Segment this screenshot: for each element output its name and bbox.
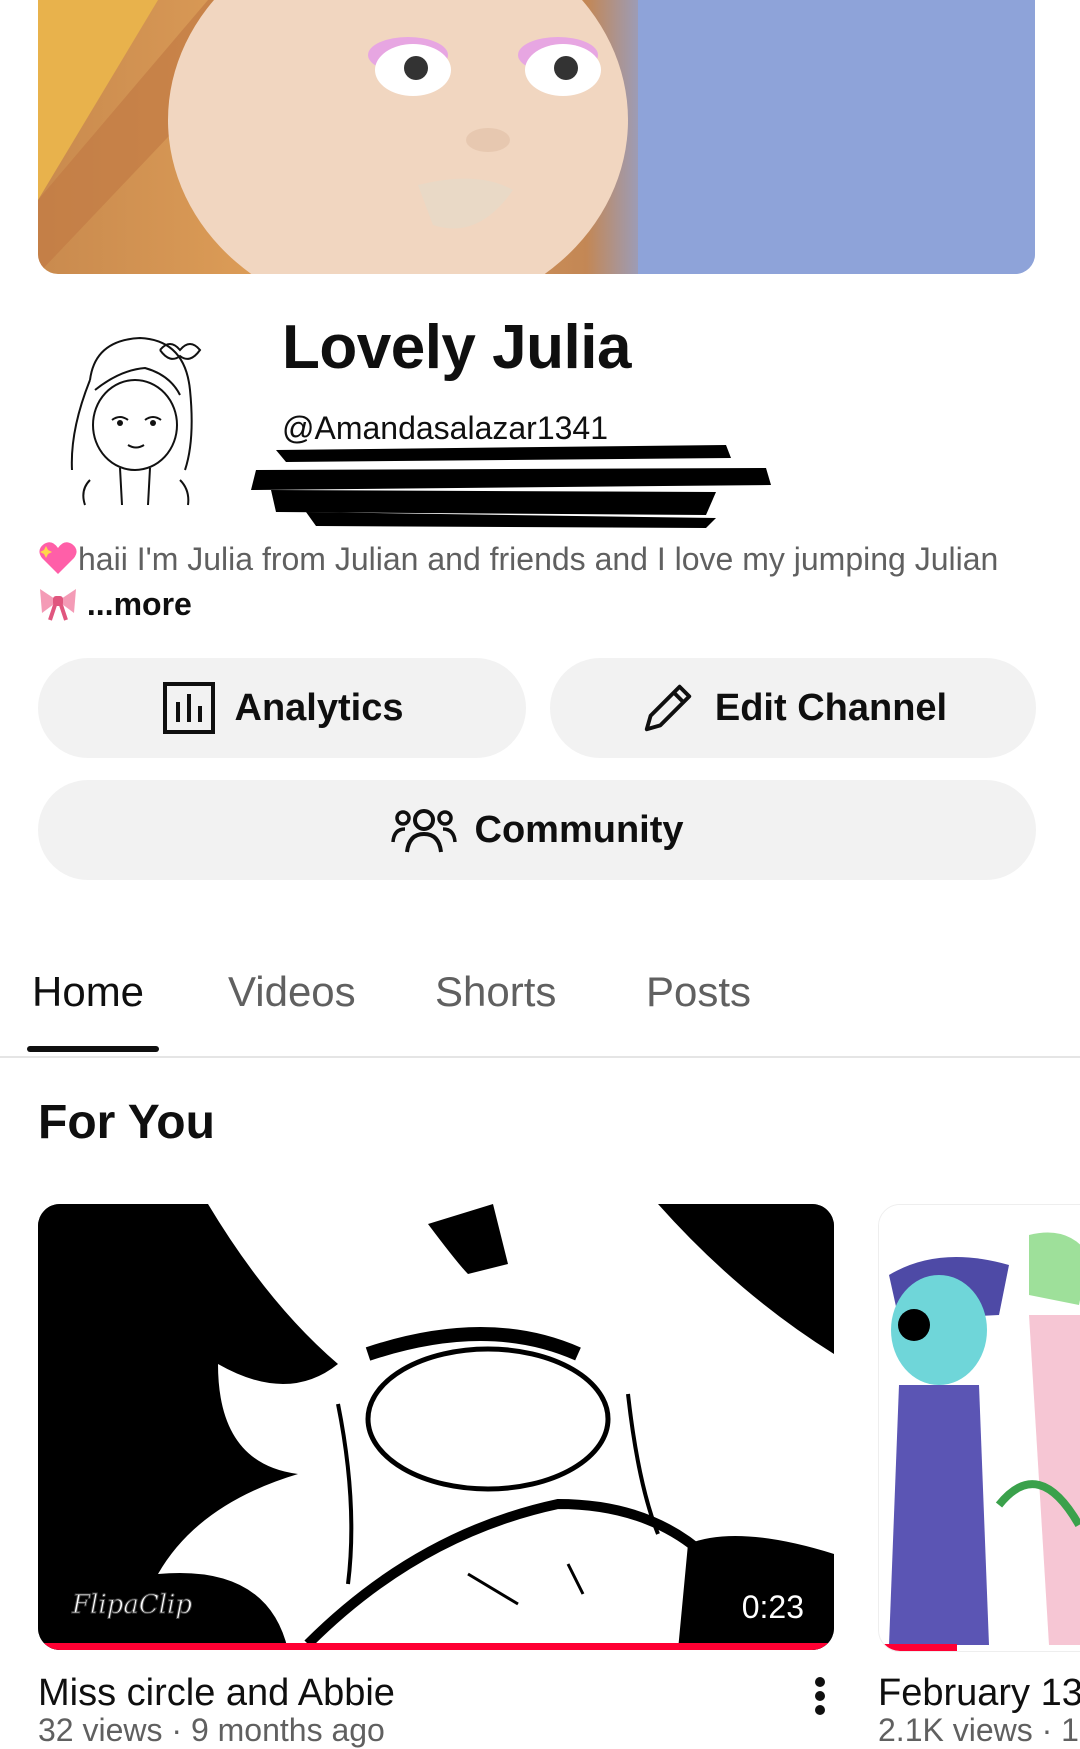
tab-posts[interactable]: Posts	[646, 968, 751, 1016]
video-meta: 32 views · 9 months ago	[38, 1712, 385, 1748]
watch-progress-bar	[879, 1644, 957, 1651]
community-icon	[390, 802, 457, 858]
edit-channel-button[interactable]: Edit Channel	[550, 658, 1036, 758]
redaction-scribble	[246, 440, 776, 530]
edit-channel-label: Edit Channel	[714, 686, 948, 729]
analytics-button[interactable]: Analytics	[38, 658, 526, 758]
video-meta: 2.1K views · 1	[878, 1712, 1079, 1748]
flipaclip-watermark: FlipaClip	[72, 1590, 193, 1621]
tab-videos[interactable]: Videos	[228, 968, 356, 1016]
community-label: Community	[474, 808, 684, 851]
thumbnail-artwork	[38, 1204, 834, 1650]
video-thumbnail[interactable]: FlipaClip 0:23	[38, 1204, 834, 1650]
channel-tabs: Home Videos Shorts Posts	[0, 940, 1080, 1058]
community-button[interactable]: Community	[38, 780, 1036, 880]
description-text: haii I'm Julia from Julian and friends a…	[78, 541, 999, 577]
active-tab-indicator	[27, 1046, 159, 1052]
thumbnail-artwork	[879, 1205, 1080, 1651]
tab-home[interactable]: Home	[32, 968, 144, 1016]
watch-progress-bar	[38, 1643, 834, 1650]
pencil-icon	[639, 679, 697, 737]
video-title[interactable]: February 13	[878, 1672, 1080, 1715]
section-title: For You	[38, 1096, 215, 1149]
channel-name: Lovely Julia	[282, 313, 631, 382]
channel-description[interactable]: haii I'm Julia from Julian and friends a…	[38, 540, 1018, 630]
banner-artwork	[38, 0, 1035, 274]
channel-banner	[38, 0, 1035, 274]
video-duration: 0:23	[727, 1583, 818, 1632]
avatar-drawing	[70, 336, 202, 506]
tab-shorts[interactable]: Shorts	[435, 968, 556, 1016]
video-title[interactable]: Miss circle and Abbie	[38, 1672, 395, 1715]
more-vertical-icon[interactable]	[808, 1676, 832, 1716]
sparkling-heart-icon	[38, 540, 78, 585]
channel-avatar[interactable]	[50, 320, 210, 510]
analytics-icon	[161, 680, 217, 736]
description-more-link[interactable]: ...more	[87, 586, 192, 622]
video-thumbnail[interactable]	[878, 1204, 1080, 1652]
ribbon-icon	[38, 585, 78, 630]
analytics-label: Analytics	[234, 686, 404, 729]
